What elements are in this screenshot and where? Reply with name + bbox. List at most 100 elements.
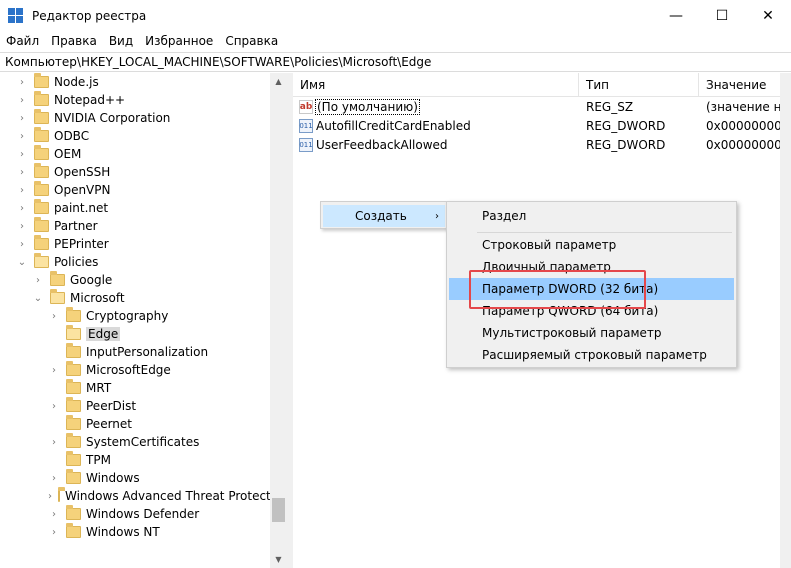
tree-item-google[interactable]: › Google (0, 271, 270, 289)
chevron-right-icon[interactable]: › (48, 361, 60, 379)
tree-item-mrt[interactable]: MRT (0, 379, 270, 397)
tree-item-policies[interactable]: ⌄ Policies (0, 253, 270, 271)
tree-item-openvpn[interactable]: › OpenVPN (0, 181, 270, 199)
chevron-right-icon[interactable]: › (48, 469, 60, 487)
menu-item-create[interactable]: Создать › (323, 205, 445, 227)
folder-icon (34, 163, 49, 178)
chevron-right-icon[interactable]: › (48, 523, 60, 541)
chevron-right-icon[interactable]: › (48, 487, 52, 505)
window-title: Редактор реестра (32, 8, 147, 23)
tree-item-peerdist[interactable]: › PeerDist (0, 397, 270, 415)
folder-icon (34, 235, 49, 250)
chevron-right-icon[interactable]: › (16, 73, 28, 91)
submenu-item-dword[interactable]: Параметр DWORD (32 бита) (449, 278, 734, 300)
menu-separator (477, 232, 732, 233)
tree-scrollbar[interactable]: ▲ ▼ (270, 73, 287, 568)
folder-icon (66, 397, 81, 412)
address-path: Компьютер\HKEY_LOCAL_MACHINE\SOFTWARE\Po… (5, 55, 432, 69)
tree-item-nodejs[interactable]: › Node.js (0, 73, 270, 91)
folder-icon (66, 523, 81, 538)
tree-item-inputpersonalization[interactable]: InputPersonalization (0, 343, 270, 361)
menu-bar: Файл Правка Вид Избранное Справка (0, 31, 791, 51)
folder-icon (34, 145, 49, 160)
folder-icon (66, 361, 81, 376)
tree-item-windows[interactable]: › Windows (0, 469, 270, 487)
tree-item-peernet[interactable]: Peernet (0, 415, 270, 433)
submenu-item-string[interactable]: Строковый параметр (449, 234, 734, 256)
folder-icon (34, 199, 49, 214)
submenu-item-multistring[interactable]: Мультистроковый параметр (449, 322, 734, 344)
list-scrollbar[interactable] (780, 73, 791, 568)
maximize-button[interactable]: ☐ (699, 0, 745, 31)
list-header: Имя Тип Значение (293, 73, 791, 97)
chevron-down-icon[interactable]: ⌄ (16, 253, 28, 271)
tree-item-microsoftedge[interactable]: › MicrosoftEdge (0, 361, 270, 379)
chevron-right-icon[interactable]: › (16, 127, 28, 145)
minimize-button[interactable]: — (653, 0, 699, 31)
regedit-app-icon (8, 7, 24, 24)
value-row[interactable]: 011 UserFeedbackAllowed REG_DWORD 0x00000… (293, 135, 791, 154)
tree-item-openssh[interactable]: › OpenSSH (0, 163, 270, 181)
tree-item-windows-nt[interactable]: › Windows NT (0, 523, 270, 541)
tree-item-tpm[interactable]: TPM (0, 451, 270, 469)
folder-icon (66, 379, 81, 394)
folder-icon (34, 217, 49, 232)
folder-icon (66, 505, 81, 520)
menu-view[interactable]: Вид (103, 34, 139, 48)
value-row[interactable]: ab(По умолчанию) REG_SZ (значение не при… (293, 97, 791, 116)
menu-file[interactable]: Файл (0, 34, 45, 48)
submenu-item-key[interactable]: Раздел (449, 205, 734, 227)
tree-item-cryptography[interactable]: › Cryptography (0, 307, 270, 325)
chevron-right-icon[interactable]: › (16, 91, 28, 109)
folder-icon (34, 109, 49, 124)
tree-item-windows-atp[interactable]: › Windows Advanced Threat Protection (0, 487, 287, 505)
chevron-right-icon[interactable]: › (48, 397, 60, 415)
menu-edit[interactable]: Правка (45, 34, 103, 48)
folder-open-icon (34, 253, 49, 268)
chevron-right-icon[interactable]: › (16, 145, 28, 163)
scroll-up-arrow-icon[interactable]: ▲ (270, 73, 287, 90)
tree-item-edge[interactable]: Edge (0, 325, 270, 343)
folder-icon (34, 91, 49, 106)
tree-item-partner[interactable]: › Partner (0, 217, 270, 235)
tree-item-systemcertificates[interactable]: › SystemCertificates (0, 433, 270, 451)
menu-help[interactable]: Справка (219, 34, 284, 48)
column-header-name[interactable]: Имя (293, 73, 579, 97)
tree-item-windows-defender[interactable]: › Windows Defender (0, 505, 270, 523)
tree-item-peprinter[interactable]: › PEPrinter (0, 235, 270, 253)
scroll-down-arrow-icon[interactable]: ▼ (270, 551, 287, 568)
chevron-right-icon[interactable]: › (16, 163, 28, 181)
chevron-right-icon[interactable]: › (16, 217, 28, 235)
address-bar[interactable]: Компьютер\HKEY_LOCAL_MACHINE\SOFTWARE\Po… (0, 52, 791, 72)
submenu-item-qword[interactable]: Параметр QWORD (64 бита) (449, 300, 734, 322)
registry-tree[interactable]: › Node.js › Notepad++ › NVIDIA Corporation … (0, 73, 287, 568)
tree-item-odbc[interactable]: › ODBC (0, 127, 270, 145)
submenu-item-expandable-string[interactable]: Расширяемый строковый параметр (449, 344, 734, 366)
chevron-right-icon[interactable]: › (48, 505, 60, 523)
tree-item-notepadpp[interactable]: › Notepad++ (0, 91, 270, 109)
chevron-right-icon[interactable]: › (48, 433, 60, 451)
menu-favorites[interactable]: Избранное (139, 34, 219, 48)
column-header-type[interactable]: Тип (579, 73, 699, 97)
submenu-item-binary[interactable]: Двоичный параметр (449, 256, 734, 278)
folder-icon (58, 487, 65, 502)
folder-icon (34, 127, 49, 142)
column-header-value[interactable]: Значение (699, 73, 791, 97)
chevron-right-icon[interactable]: › (16, 181, 28, 199)
value-row[interactable]: 011 AutofillCreditCardEnabled REG_DWORD 0… (293, 116, 791, 135)
chevron-right-icon[interactable]: › (48, 307, 60, 325)
tree-item-microsoft[interactable]: ⌄ Microsoft (0, 289, 270, 307)
chevron-right-icon[interactable]: › (16, 199, 28, 217)
submenu-arrow-icon: › (435, 210, 439, 222)
chevron-right-icon[interactable]: › (16, 235, 28, 253)
tree-item-oem[interactable]: › OEM (0, 145, 270, 163)
chevron-right-icon[interactable]: › (16, 109, 28, 127)
tree-item-paintnet[interactable]: › paint.net (0, 199, 270, 217)
close-button[interactable]: ✕ (745, 0, 791, 31)
scroll-thumb[interactable] (272, 498, 285, 522)
folder-icon (66, 415, 81, 430)
chevron-right-icon[interactable]: › (32, 271, 44, 289)
tree-item-nvidia[interactable]: › NVIDIA Corporation (0, 109, 270, 127)
folder-icon (66, 307, 81, 322)
chevron-down-icon[interactable]: ⌄ (32, 289, 44, 307)
